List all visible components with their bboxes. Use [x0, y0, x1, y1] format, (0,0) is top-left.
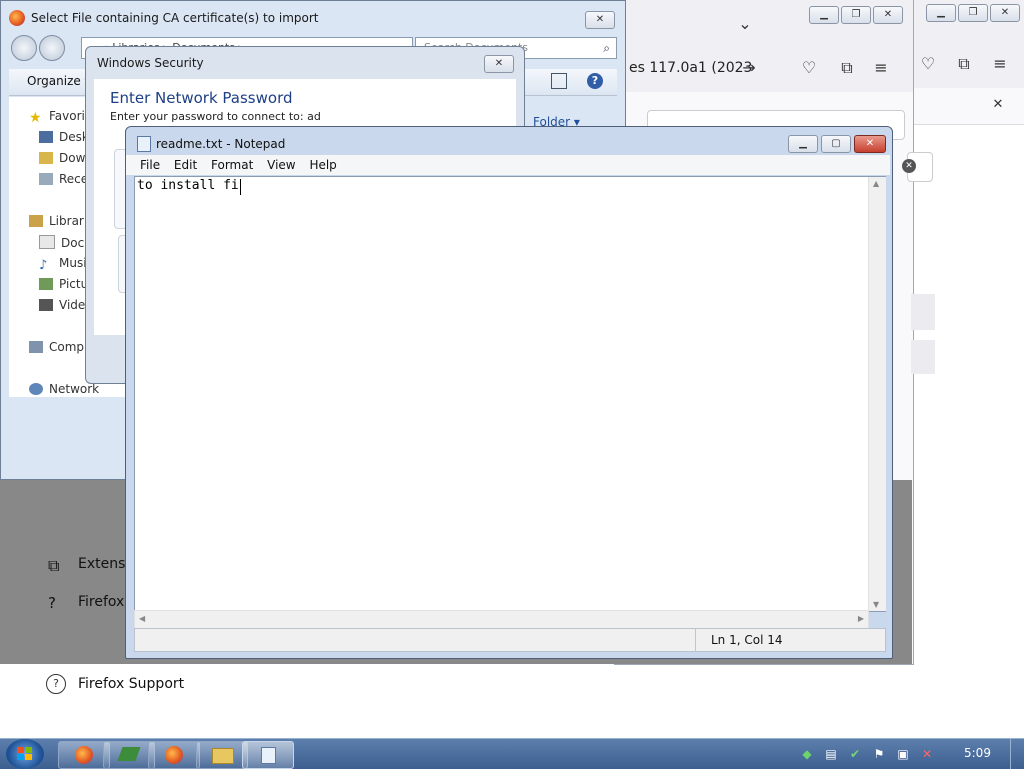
- flag-icon[interactable]: ⚑: [872, 747, 886, 761]
- network-tray-icon[interactable]: ◆: [800, 747, 814, 761]
- search-icon: ⌕: [603, 41, 610, 55]
- pictures-icon: [39, 278, 53, 290]
- menu-format[interactable]: Format: [211, 158, 253, 172]
- organize-label: Organize: [27, 74, 81, 88]
- windows-logo-part: [25, 754, 32, 760]
- restore-button[interactable]: ❐: [841, 6, 871, 24]
- text-editor[interactable]: to install fi ▲ ▼: [134, 176, 886, 612]
- menu-icon[interactable]: ≡: [871, 58, 891, 78]
- close-button[interactable]: ✕: [990, 4, 1020, 22]
- preview-pane-icon[interactable]: [551, 73, 567, 89]
- window-title: readme.txt - Notepad: [156, 137, 286, 151]
- videos-icon: [39, 299, 53, 311]
- forward-button[interactable]: [39, 35, 65, 61]
- computer-icon: [29, 341, 43, 353]
- side-panel-item[interactable]: [911, 340, 935, 374]
- notepad-window: readme.txt - Notepad ▁ ▢ ✕ File Edit For…: [125, 126, 893, 659]
- windows-logo-part: [17, 754, 24, 760]
- scroll-right-icon[interactable]: ▶: [858, 614, 864, 623]
- firefox-icon: [165, 746, 183, 764]
- folder-icon: [212, 748, 234, 764]
- text-cursor: [240, 179, 241, 195]
- menu-edit[interactable]: Edit: [174, 158, 197, 172]
- chevron-down-icon[interactable]: ⌄: [735, 14, 755, 34]
- close-button[interactable]: ✕: [854, 135, 886, 153]
- menu-icon[interactable]: ≡: [990, 54, 1010, 74]
- dialog-title: Windows Security: [97, 56, 204, 70]
- recent-places-icon: [39, 173, 53, 185]
- extensions-icon: ⧉: [48, 556, 60, 575]
- help-icon: ?: [46, 674, 66, 694]
- desktop-icon: [39, 131, 53, 143]
- maximize-button[interactable]: ▢: [821, 135, 851, 153]
- clear-search-button[interactable]: ✕: [902, 152, 933, 182]
- editor-content[interactable]: to install fi: [137, 178, 239, 193]
- arrow-right-icon[interactable]: →: [739, 58, 759, 78]
- notepad-icon: [261, 747, 276, 764]
- network-icon: [29, 383, 43, 395]
- close-button[interactable]: ✕: [873, 6, 903, 24]
- horizontal-scrollbar[interactable]: ◀ ▶: [134, 610, 869, 629]
- taskbar: ◆ ▤ ✔ ⚑ ▣ ✕ 5:09: [0, 738, 1024, 769]
- menu-help[interactable]: Help: [309, 158, 336, 172]
- volume-muted-icon[interactable]: ✕: [920, 747, 934, 761]
- menu-file[interactable]: File: [140, 158, 160, 172]
- close-icon[interactable]: ✕: [988, 95, 1008, 115]
- help-icon: ?: [48, 594, 56, 612]
- organize-button[interactable]: Organize ▾: [27, 74, 91, 88]
- document-tray-icon[interactable]: ▤: [824, 747, 838, 761]
- windows-logo-icon: [17, 747, 24, 753]
- status-bar: Ln 1, Col 14: [134, 628, 886, 652]
- extensions-icon[interactable]: ⧉: [954, 54, 974, 74]
- taskbar-notepad[interactable]: [242, 741, 294, 769]
- restore-button[interactable]: ❐: [958, 4, 988, 22]
- notepad-icon: [137, 136, 151, 152]
- clear-icon[interactable]: ✕: [902, 159, 916, 173]
- menu-bar: File Edit Format View Help: [126, 155, 890, 175]
- dialog-heading: Enter Network Password: [110, 89, 293, 107]
- vertical-scrollbar[interactable]: ▲ ▼: [868, 177, 886, 611]
- star-icon: ★: [29, 110, 42, 126]
- minimize-button[interactable]: ▁: [809, 6, 839, 24]
- firefox-icon: [75, 746, 93, 764]
- scroll-up-icon[interactable]: ▲: [873, 179, 879, 188]
- start-button[interactable]: [6, 739, 44, 769]
- scroll-left-icon[interactable]: ◀: [139, 614, 145, 623]
- minimize-button[interactable]: ▁: [926, 4, 956, 22]
- downloads-icon: [39, 152, 53, 164]
- cursor-position: Ln 1, Col 14: [711, 633, 783, 647]
- dialog-title: Select File containing CA certificate(s)…: [31, 11, 319, 25]
- taskbar-firefox[interactable]: [148, 741, 200, 769]
- version-text: es 117.0a1 (2023: [629, 60, 753, 76]
- documents-icon: [39, 235, 55, 249]
- status-divider: [695, 629, 696, 651]
- pocket-icon[interactable]: ♡: [799, 58, 819, 78]
- extensions-icon[interactable]: ⧉: [837, 58, 857, 78]
- libraries-icon: [29, 215, 43, 227]
- security-tray-icon[interactable]: ✔: [848, 747, 862, 761]
- firefox-label[interactable]: Firefox: [78, 594, 124, 610]
- help-icon[interactable]: ?: [587, 73, 603, 89]
- nav-network-label: Network: [49, 382, 100, 396]
- show-desktop-button[interactable]: [1010, 739, 1024, 769]
- back-button[interactable]: [11, 35, 37, 61]
- pocket-icon[interactable]: ♡: [918, 54, 938, 74]
- close-button[interactable]: ✕: [484, 55, 514, 73]
- nav-network[interactable]: Network: [29, 382, 99, 396]
- network-status-icon[interactable]: ▣: [896, 747, 910, 761]
- music-icon: ♪: [39, 258, 48, 273]
- dialog-prompt: Enter your password to connect to: ad: [110, 110, 321, 123]
- scroll-down-icon[interactable]: ▼: [873, 600, 879, 609]
- taskbar-explorer[interactable]: [196, 741, 248, 769]
- network-app-icon: [117, 747, 141, 761]
- close-button[interactable]: ✕: [585, 11, 615, 29]
- windows-logo-part: [25, 747, 32, 753]
- menu-view[interactable]: View: [267, 158, 295, 172]
- side-panel-item[interactable]: [911, 294, 935, 330]
- minimize-button[interactable]: ▁: [788, 135, 818, 153]
- firefox-icon: [9, 10, 25, 26]
- clock[interactable]: 5:09: [964, 746, 991, 760]
- firefox-support-link[interactable]: Firefox Support: [78, 676, 184, 692]
